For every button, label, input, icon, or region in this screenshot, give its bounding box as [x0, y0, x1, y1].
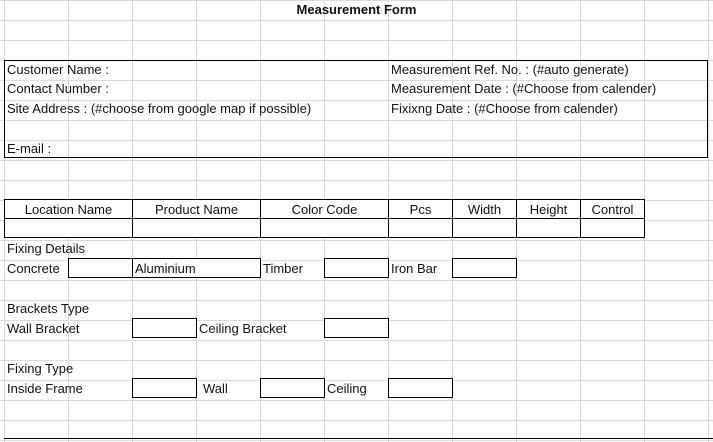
fixing-type-heading: Fixing Type: [7, 361, 74, 376]
brackets-type-heading: Brackets Type: [7, 301, 90, 316]
cell-pcs[interactable]: [388, 218, 453, 238]
cell-width[interactable]: [452, 218, 517, 238]
timber-input[interactable]: [324, 258, 389, 278]
ceiling-bracket-input[interactable]: [324, 318, 389, 338]
inside-frame-input[interactable]: [132, 378, 197, 398]
site-address-label: Site Address : (#choose from google map …: [7, 101, 312, 116]
header-control: Control: [580, 199, 645, 219]
contact-number-label: Contact Number :: [7, 81, 109, 96]
wall-label: Wall: [203, 381, 228, 396]
measurement-ref-label: Measurement Ref. No. : (#auto generate): [391, 62, 629, 77]
form-title: Measurement Form: [296, 2, 417, 17]
measurement-date-label: Measurement Date : (#Choose from calende…: [391, 81, 657, 96]
cell-location-name[interactable]: [4, 218, 133, 238]
fixing-date-label: Fixixng Date : (#Choose from calender): [391, 101, 618, 116]
concrete-label: Concrete: [7, 261, 60, 276]
cell-height[interactable]: [516, 218, 581, 238]
iron-bar-label: Iron Bar: [391, 261, 438, 276]
timber-label: Timber: [263, 261, 303, 276]
ceiling-label: Ceiling: [327, 381, 367, 396]
ceiling-input[interactable]: [388, 378, 453, 398]
concrete-input[interactable]: [68, 258, 133, 278]
fixing-details-heading: Fixing Details: [7, 241, 86, 256]
cell-color-code[interactable]: [260, 218, 389, 238]
wall-bracket-label: Wall Bracket: [7, 321, 80, 336]
ceiling-bracket-label: Ceiling Bracket: [199, 321, 287, 336]
header-location-name: Location Name: [4, 199, 133, 219]
header-color-code: Color Code: [260, 199, 389, 219]
inside-frame-label: Inside Frame: [7, 381, 83, 396]
customer-name-label: Customer Name :: [7, 62, 109, 77]
cell-product-name[interactable]: [132, 218, 261, 238]
wall-input[interactable]: [260, 378, 325, 398]
header-height: Height: [516, 199, 581, 219]
cell-control[interactable]: [580, 218, 645, 238]
bottom-divider: [4, 438, 713, 439]
header-width: Width: [452, 199, 517, 219]
iron-bar-input[interactable]: [452, 258, 517, 278]
header-pcs: Pcs: [388, 199, 453, 219]
email-label: E-mail :: [7, 141, 52, 156]
wall-bracket-input[interactable]: [132, 318, 197, 338]
aluminium-label: Aluminium: [135, 261, 196, 276]
header-product-name: Product Name: [132, 199, 261, 219]
